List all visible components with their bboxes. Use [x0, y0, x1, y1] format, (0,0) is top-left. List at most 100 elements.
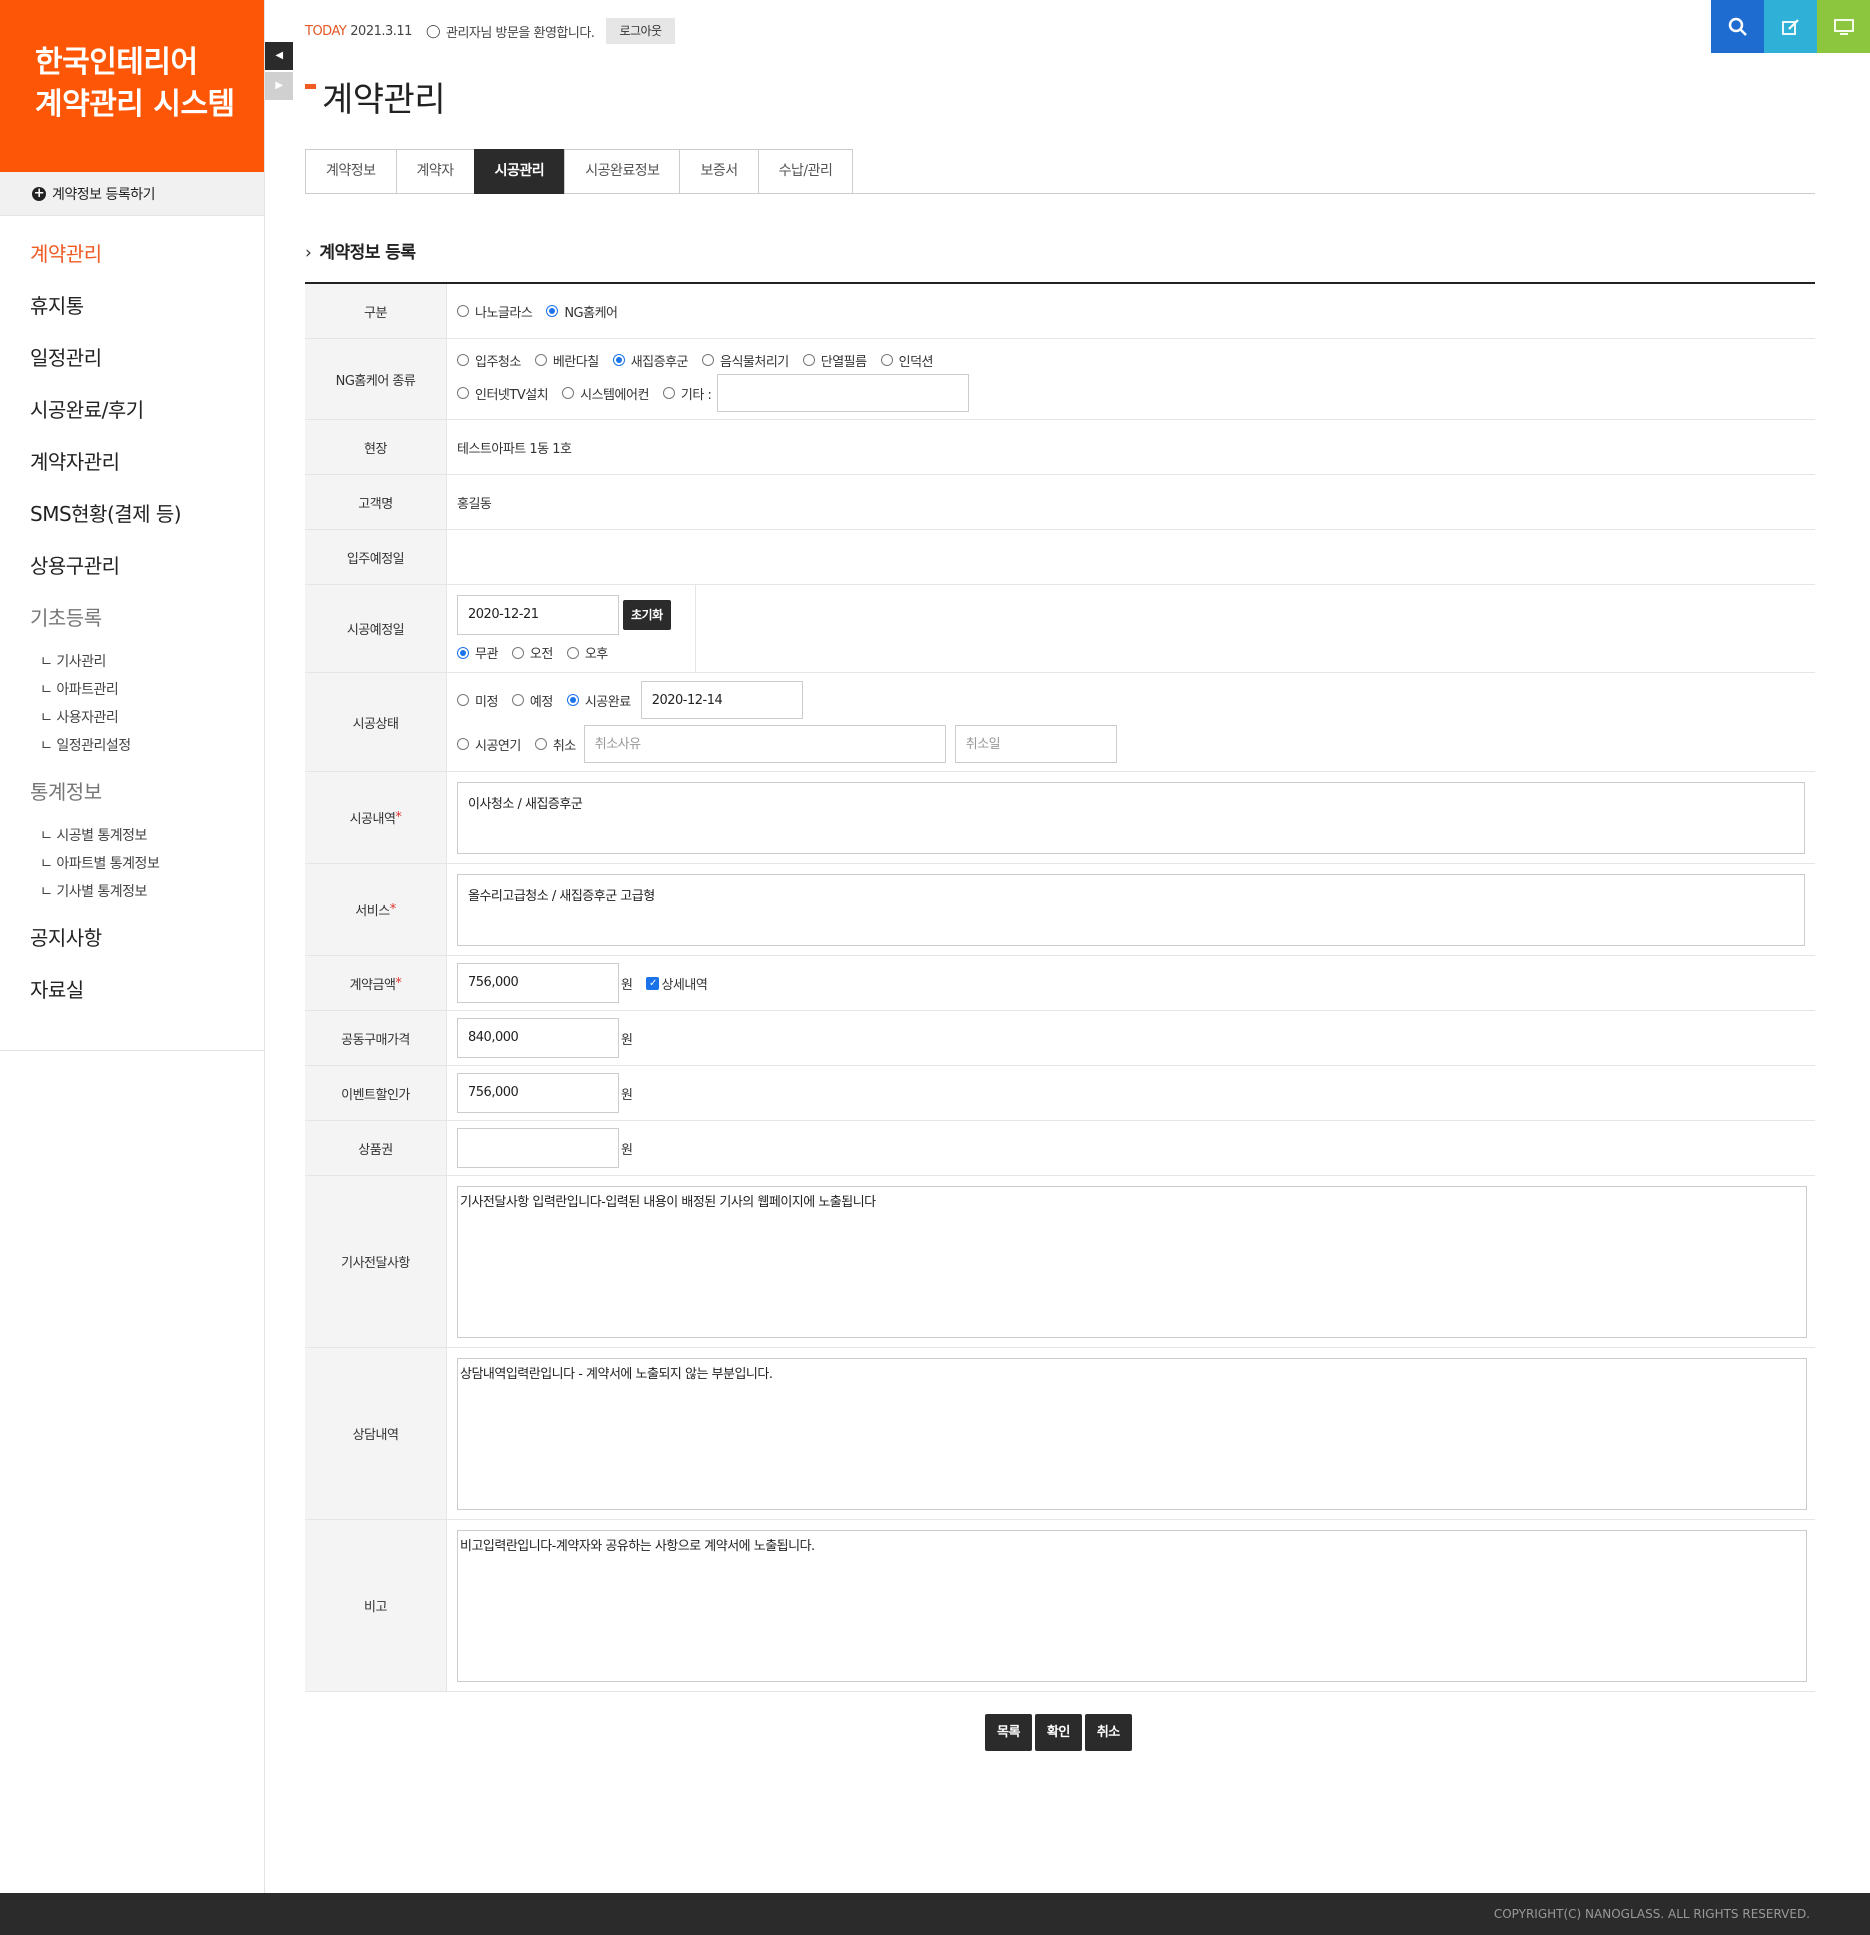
label-remark: 비고: [305, 1520, 446, 1691]
radio-induction[interactable]: 인덕션: [880, 351, 934, 370]
sidebar-item-schedule[interactable]: 일정관리: [0, 332, 264, 384]
label-group-price: 공동구매가격: [305, 1011, 446, 1065]
voucher-input[interactable]: [457, 1128, 619, 1168]
collapse-left-icon[interactable]: ◀: [265, 42, 293, 70]
tab-construction[interactable]: 시공관리: [473, 149, 565, 194]
other-input[interactable]: [717, 374, 970, 412]
radio-other[interactable]: 기타 :: [662, 384, 712, 403]
sidebar-item-contract[interactable]: 계약관리: [0, 228, 264, 280]
voucher-unit: 원: [621, 1142, 633, 1158]
detail-checkbox[interactable]: ✓: [646, 976, 660, 990]
event-price-unit: 원: [621, 1087, 633, 1103]
row-consult: 상담내역 상담내역입력란입니다 - 계약서에 노출되지 않는 부분입니다.: [305, 1348, 1815, 1520]
amount-input[interactable]: 756,000: [457, 963, 619, 1003]
sidebar-sub-apartment[interactable]: ㄴ 아파트관리: [0, 676, 264, 704]
brand-line1: 한국인테리어: [35, 45, 198, 80]
tab-contract-info[interactable]: 계약정보: [305, 149, 396, 194]
sidebar-sub-technician[interactable]: ㄴ 기사관리: [0, 648, 264, 676]
cancel-reason-input[interactable]: 취소사유: [583, 725, 946, 763]
radio-insulation-film[interactable]: 단열필름: [802, 351, 867, 370]
radio-move-in-cleaning[interactable]: 입주청소: [457, 351, 521, 370]
sidebar-item-phrases[interactable]: 상용구관리: [0, 540, 264, 592]
row-schedule: 시공예정일 2020-12-21 초기화 무관 오전 오후: [305, 585, 1815, 673]
sidebar-sub-stats-apartment[interactable]: ㄴ 아파트별 통계정보: [0, 850, 264, 878]
tab-completion-info[interactable]: 시공완료정보: [564, 149, 680, 194]
cancel-date-input[interactable]: 취소일: [954, 725, 1117, 763]
tech-note-textarea[interactable]: 기사전달사항 입력란입니다-입력된 내용이 배정된 기사의 웹페이지에 노출됩니…: [457, 1185, 1807, 1338]
logout-button[interactable]: 로그아웃: [606, 18, 675, 44]
row-voucher: 상품권 원: [305, 1121, 1815, 1176]
row-event-price: 이벤트할인가 756,000 원: [305, 1066, 1815, 1121]
expand-right-icon[interactable]: ▶: [265, 72, 293, 100]
sidebar-sub-schedule-setting[interactable]: ㄴ 일정관리설정: [0, 732, 264, 760]
radio-scheduled[interactable]: 예정: [511, 691, 553, 710]
cancel-button[interactable]: 취소: [1084, 1714, 1132, 1751]
row-group-price: 공동구매가격 840,000 원: [305, 1011, 1815, 1066]
label-move-in: 입주예정일: [305, 530, 446, 584]
today-date: 2021.3.11: [350, 23, 412, 39]
sidebar-item-stats[interactable]: 통계정보: [0, 766, 264, 818]
register-contract-link[interactable]: + 계약정보 등록하기: [0, 172, 264, 216]
event-price-input[interactable]: 756,000: [457, 1073, 619, 1113]
row-status: 시공상태 미정 예정 시공완료 2020-12-14 시공연기 취소 취소사유 …: [305, 673, 1815, 772]
group-price-unit: 원: [621, 1032, 633, 1048]
sidebar: 한국인테리어 계약관리 시스템 + 계약정보 등록하기 계약관리 휴지통 일정관…: [0, 0, 265, 1893]
radio-ng-homecare[interactable]: NG홈케어: [546, 302, 618, 321]
tab-bar: 계약정보 계약자 시공관리 시공완료정보 보증서 수납/관리: [305, 149, 1815, 194]
brand-logo[interactable]: 한국인테리어 계약관리 시스템: [0, 0, 264, 172]
work-textarea[interactable]: 이사청소 / 새집증후군: [457, 781, 1805, 854]
schedule-date-input[interactable]: 2020-12-21: [457, 595, 619, 635]
tab-warranty[interactable]: 보증서: [679, 149, 758, 194]
tab-contractor[interactable]: 계약자: [395, 149, 474, 194]
row-type: 구분 나노글라스 NG홈케어: [305, 284, 1815, 339]
sidebar-sub-stats-technician[interactable]: ㄴ 기사별 통계정보: [0, 878, 264, 906]
sidebar-item-basic[interactable]: 기초등록: [0, 592, 264, 644]
monitor-icon[interactable]: [1817, 0, 1870, 53]
tab-payment[interactable]: 수납/관리: [757, 149, 854, 194]
search-icon[interactable]: [1711, 0, 1764, 53]
label-work: 시공내역 *: [305, 772, 446, 863]
radio-food-disposer[interactable]: 음식물처리기: [702, 351, 789, 370]
label-type: 구분: [305, 284, 446, 338]
radio-undecided[interactable]: 미정: [457, 691, 498, 710]
radio-morning[interactable]: 오전: [511, 643, 553, 662]
reset-button[interactable]: 초기화: [623, 600, 671, 630]
sidebar-sub-user[interactable]: ㄴ 사용자관리: [0, 704, 264, 732]
confirm-button[interactable]: 확인: [1034, 1714, 1082, 1751]
label-ng-type: NG홈케어 종류: [305, 339, 446, 419]
sidebar-sub-stats-work[interactable]: ㄴ 시공별 통계정보: [0, 822, 264, 850]
remark-textarea[interactable]: 비고입력란입니다-계약자와 공유하는 사항으로 계약서에 노출됩니다.: [457, 1529, 1807, 1682]
sidebar-item-contractor[interactable]: 계약자관리: [0, 436, 264, 488]
radio-system-aircon[interactable]: 시스템에어컨: [562, 384, 649, 403]
radio-any-time[interactable]: 무관: [457, 643, 498, 662]
radio-internet-tv[interactable]: 인터넷TV설치: [457, 384, 549, 403]
sidebar-item-sms[interactable]: SMS현황(결제 등): [0, 488, 264, 540]
radio-completed[interactable]: 시공완료: [566, 691, 631, 710]
sidebar-item-archive[interactable]: 자료실: [0, 964, 264, 1016]
service-textarea[interactable]: 올수리고급청소 / 새집증후군 고급형: [457, 873, 1805, 946]
completed-date-input[interactable]: 2020-12-14: [640, 681, 803, 719]
edit-icon[interactable]: [1764, 0, 1817, 53]
contract-form: 구분 나노글라스 NG홈케어 NG홈케어 종류 입주청소 베란다칠 새집증후군 …: [305, 282, 1815, 1692]
move-in-value: [446, 530, 1815, 584]
sidebar-item-notice[interactable]: 공지사항: [0, 912, 264, 964]
row-service: 서비스 * 올수리고급청소 / 새집증후군 고급형: [305, 864, 1815, 956]
radio-cancelled[interactable]: 취소: [534, 735, 576, 754]
welcome-text: 관리자님 방문을 환영합니다.: [446, 25, 595, 41]
detail-label: 상세내역: [661, 977, 708, 993]
sidebar-nav: 계약관리 휴지통 일정관리 시공완료/후기 계약자관리 SMS현황(결제 등) …: [0, 216, 264, 1051]
label-consult: 상담내역: [305, 1348, 446, 1519]
topbar: TODAY 2021.3.11 ◯ 관리자님 방문을 환영합니다. 로그아웃: [305, 18, 675, 44]
sidebar-item-completion[interactable]: 시공완료/후기: [0, 384, 264, 436]
radio-afternoon[interactable]: 오후: [566, 643, 608, 662]
radio-balcony-paint[interactable]: 베란다칠: [534, 351, 599, 370]
consult-textarea[interactable]: 상담내역입력란입니다 - 계약서에 노출되지 않는 부분입니다.: [457, 1357, 1807, 1510]
list-button[interactable]: 목록: [985, 1714, 1032, 1751]
sidebar-item-trash[interactable]: 휴지통: [0, 280, 264, 332]
radio-sick-house[interactable]: 새집증후군: [612, 351, 689, 370]
group-price-input[interactable]: 840,000: [457, 1018, 619, 1058]
row-amount: 계약금액 * 756,000 원 ✓ 상세내역: [305, 956, 1815, 1011]
radio-postponed[interactable]: 시공연기: [457, 735, 521, 754]
radio-nanoglass[interactable]: 나노글라스: [457, 302, 533, 321]
label-status: 시공상태: [305, 673, 446, 771]
